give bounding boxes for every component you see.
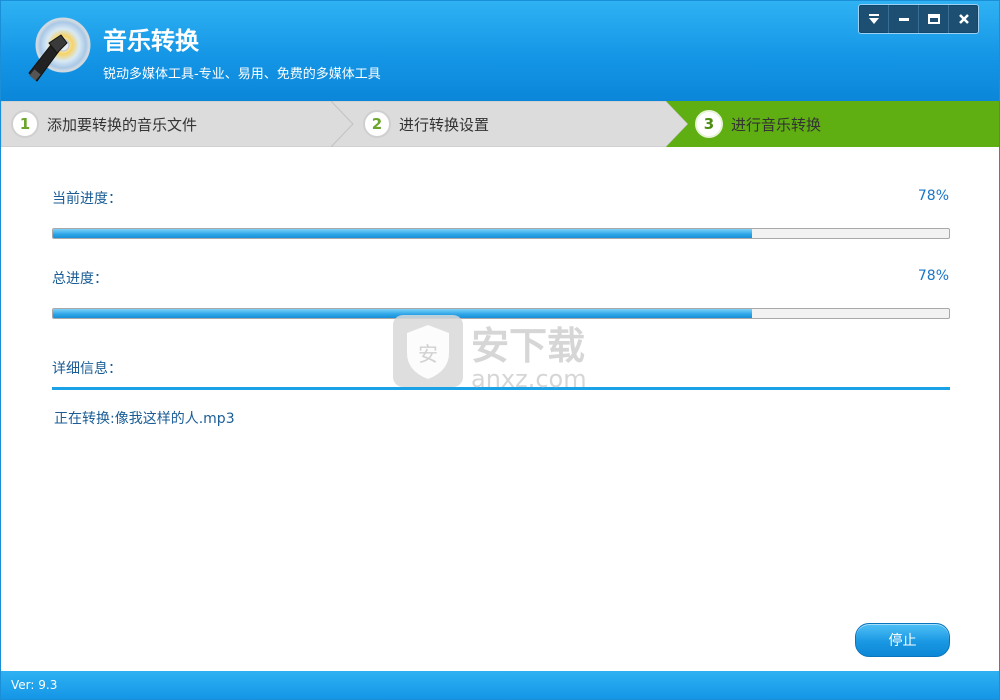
dropdown-menu-button[interactable] [859, 5, 889, 33]
step-label: 添加要转换的音乐文件 [47, 115, 198, 134]
app-subtitle: 锐动多媒体工具-专业、易用、免费的多媒体工具 [103, 67, 381, 82]
app-window: 音乐转换 锐动多媒体工具-专业、易用、免费的多媒体工具 1 添加要转换的音乐文件… [0, 0, 1000, 700]
step-convert-settings[interactable]: 2 进行转换设置 [363, 101, 489, 147]
maximize-icon [927, 14, 940, 24]
minimize-icon [898, 18, 909, 21]
step-number-badge: 3 [695, 110, 723, 138]
music-cd-logo-icon [28, 17, 91, 82]
current-progress-fill [53, 229, 752, 238]
total-progress-label: 总进度： [52, 271, 108, 287]
watermark-en-text: anxz.com [471, 365, 587, 393]
step-number-badge: 2 [363, 110, 391, 138]
current-progress-label: 当前进度： [52, 191, 122, 207]
steps-bar: 1 添加要转换的音乐文件 2 进行转换设置 3 进行音乐转换 [1, 101, 999, 147]
watermark-cn-text: 安下载 [471, 324, 585, 368]
detail-message: 正在转换:像我这样的人.mp3 [54, 411, 235, 427]
window-controls [858, 4, 979, 34]
close-icon [958, 14, 969, 24]
step-number-badge: 1 [11, 110, 39, 138]
stop-button[interactable]: 停止 [855, 623, 950, 657]
close-button[interactable] [949, 5, 978, 33]
minimize-button[interactable] [889, 5, 919, 33]
detail-info-label: 详细信息： [52, 361, 122, 377]
anxz-watermark-logo: 安 安下载 anxz.com [393, 315, 587, 393]
app-title: 音乐转换 [103, 27, 199, 55]
status-bar: Ver: 9.3 [1, 671, 999, 699]
step-convert-music[interactable]: 3 进行音乐转换 [695, 101, 821, 147]
total-progress-percent: 78% [917, 268, 949, 284]
dropdown-menu-icon [868, 14, 879, 24]
step-add-files[interactable]: 1 添加要转换的音乐文件 [11, 101, 197, 147]
step-label: 进行转换设置 [399, 115, 490, 134]
maximize-button[interactable] [919, 5, 949, 33]
title-bar: 音乐转换 锐动多媒体工具-专业、易用、免费的多媒体工具 [1, 1, 999, 101]
current-progress-bar [52, 228, 950, 239]
step-label: 进行音乐转换 [731, 115, 822, 134]
svg-text:安: 安 [418, 342, 438, 366]
version-label: Ver: 9.3 [11, 678, 58, 692]
current-progress-percent: 78% [917, 188, 949, 204]
